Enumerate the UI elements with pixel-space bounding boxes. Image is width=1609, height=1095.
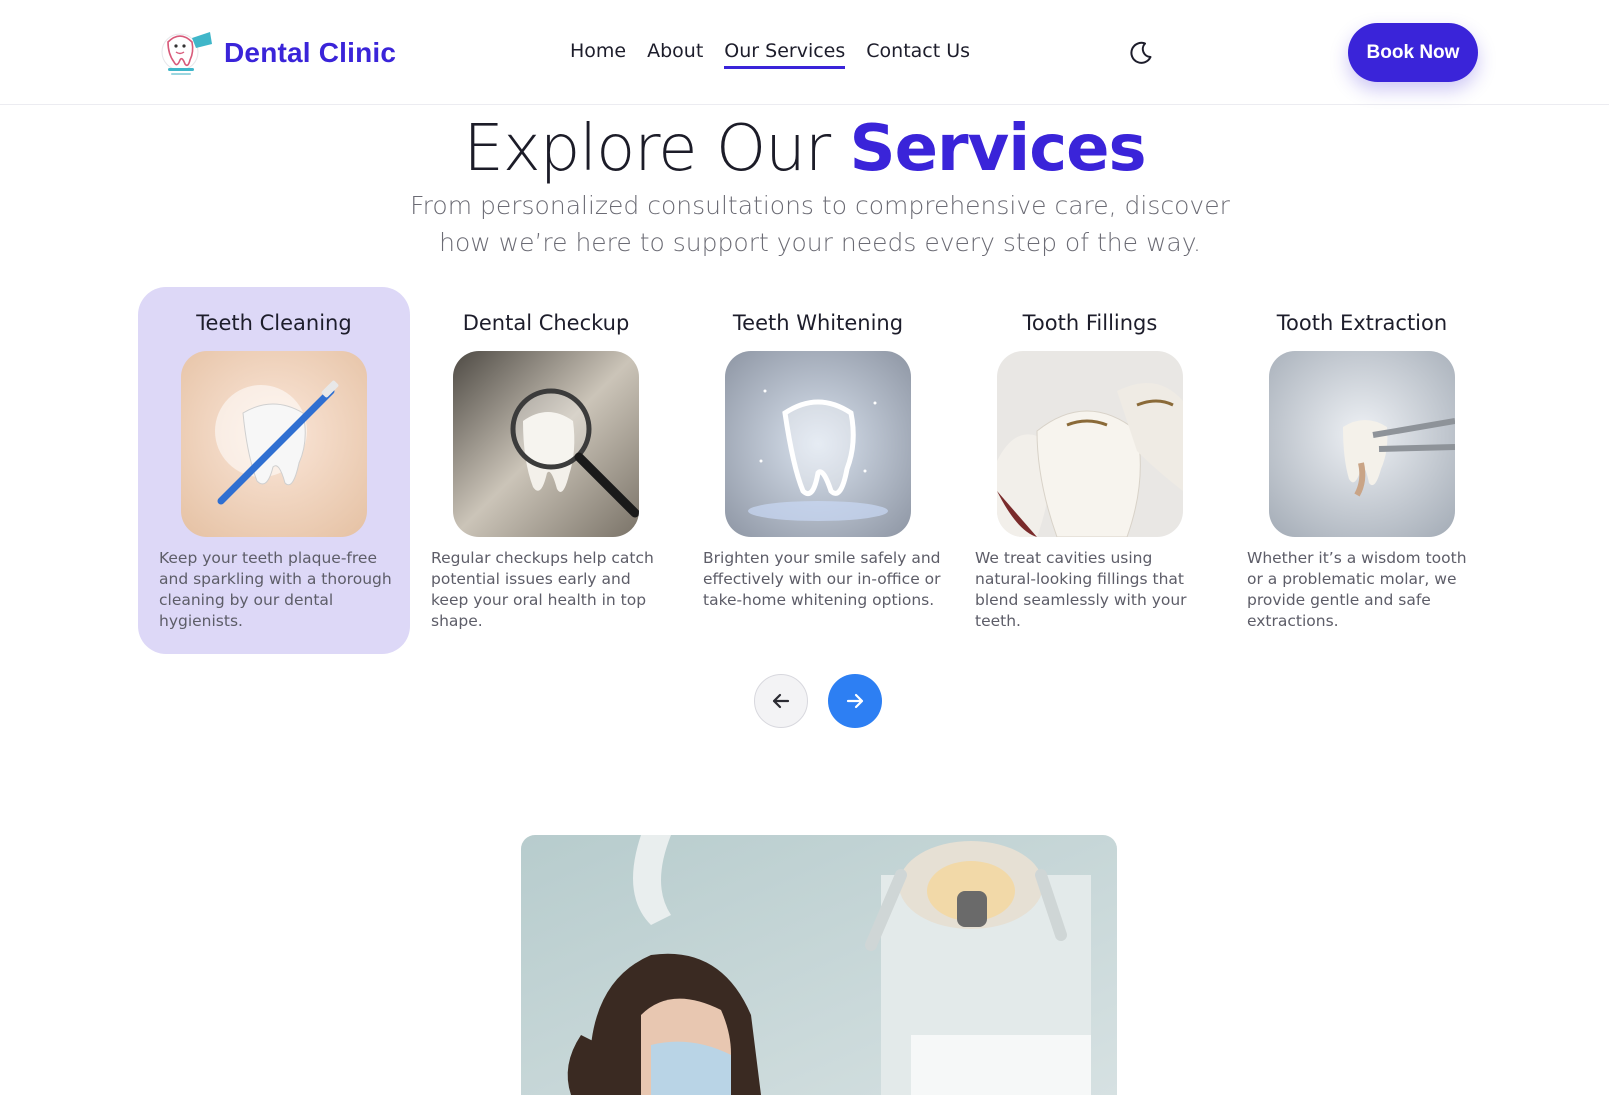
arrow-right-icon [846,693,864,709]
service-card-desc: Brighten your smile safely and effective… [703,549,941,609]
service-card-title: Tooth Extraction [1276,311,1448,335]
section-title-plain: Explore Our [463,112,850,186]
carousel-next-button[interactable] [828,674,882,728]
moon-icon[interactable] [1128,40,1154,66]
services-carousel: Teeth Cleaning Keep your teeth plaque-fr… [138,287,1478,654]
arrow-left-icon [772,693,790,709]
glowing-tooth-image [725,351,911,537]
service-card-title: Dental Checkup [462,311,630,335]
service-card-teeth-cleaning[interactable]: Teeth Cleaning Keep your teeth plaque-fr… [138,287,410,654]
section-subtitle: From personalized consultations to compr… [410,191,1230,257]
filled-molars-image [997,351,1183,537]
tooth-forceps-image [1269,351,1455,537]
carousel-prev-button[interactable] [754,674,808,728]
tooth-logo-icon [161,32,212,75]
service-card-desc: Regular checkups help catch potential is… [431,549,654,630]
section-title: Explore Our Services [0,112,1609,186]
service-card-title: Teeth Whitening [732,311,904,335]
tooth-toothbrush-image [181,351,367,537]
service-card-title: Teeth Cleaning [196,311,352,335]
service-card-teeth-whitening[interactable]: Teeth Whitening Brighten your smile safe… [682,287,954,654]
service-card-dental-checkup[interactable]: Dental Checkup Regular checkups help cat… [410,287,682,654]
service-card-desc: We treat cavities using natural-looking … [975,549,1187,630]
service-card-tooth-extraction[interactable]: Tooth Extraction Whether it’s a wisdom t… [1226,287,1498,654]
service-card-desc: Whether it’s a wisdom tooth or a problem… [1247,549,1467,630]
brand[interactable]: Dental Clinic [158,28,396,78]
service-card-desc: Keep your teeth plaque-free and sparklin… [159,549,392,630]
nav-contact-us[interactable]: Contact Us [866,40,970,69]
nav-home[interactable]: Home [570,40,626,69]
section-title-accent: Services [849,112,1146,186]
book-now-button[interactable]: Book Now [1348,23,1478,82]
site-header: Dental Clinic Home About Our Services Co… [0,0,1609,105]
nav-our-services[interactable]: Our Services [724,40,846,69]
service-card-title: Tooth Fillings [1022,311,1158,335]
nav-about[interactable]: About [647,40,703,69]
tooth-magnifier-image [453,351,639,537]
carousel-pager [754,674,882,728]
main-nav: Home About Our Services Contact Us [570,40,970,69]
dentist-at-work-photo [521,835,1117,1095]
service-card-tooth-fillings[interactable]: Tooth Fillings We treat cavities using n… [954,287,1226,654]
brand-name: Dental Clinic [224,37,397,68]
